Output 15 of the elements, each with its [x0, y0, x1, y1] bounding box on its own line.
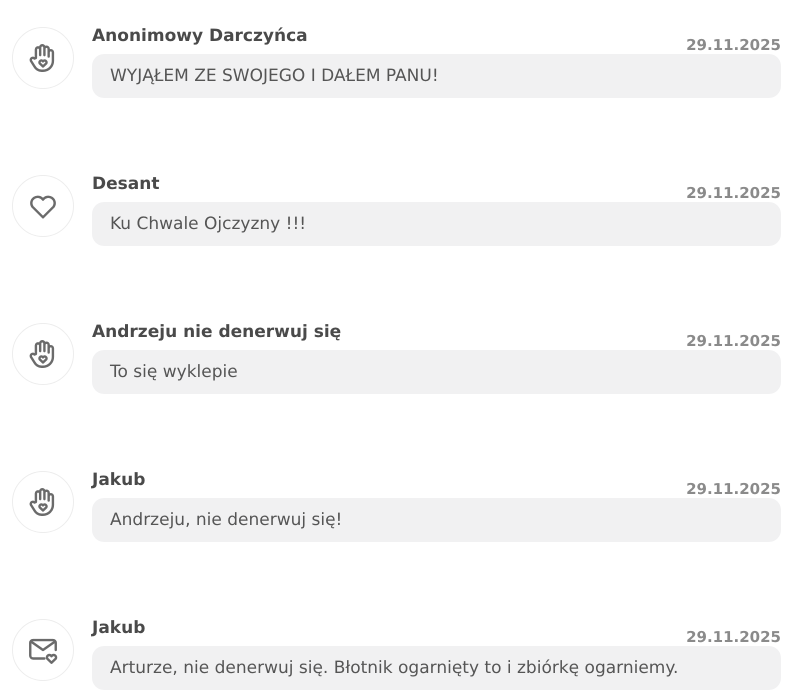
donor-name: Jakub — [92, 618, 146, 638]
donation-date: 29.11.2025 — [686, 36, 781, 54]
donation-date: 29.11.2025 — [686, 480, 781, 498]
message-text: To się wyklepie — [110, 362, 238, 382]
donor-name: Andrzeju nie denerwuj się — [92, 322, 342, 342]
message-text: Andrzeju, nie denerwuj się! — [110, 510, 342, 530]
message-text: Arturze, nie denerwuj się. Błotnik ogarnięty to i zbiórkę ogarniemy. — [110, 658, 678, 678]
donor-name: Jakub — [92, 470, 146, 490]
donation-date: 29.11.2025 — [686, 628, 781, 646]
donor-name: Desant — [92, 174, 160, 194]
message-text: Ku Chwale Ojczyzny !!! — [110, 214, 306, 234]
donor-name: Anonimowy Darczyńca — [92, 26, 308, 46]
donation-date: 29.11.2025 — [686, 332, 781, 350]
donation-date: 29.11.2025 — [686, 184, 781, 202]
message-text: WYJĄŁEM ZE SWOJEGO I DAŁEM PANU! — [110, 66, 439, 86]
